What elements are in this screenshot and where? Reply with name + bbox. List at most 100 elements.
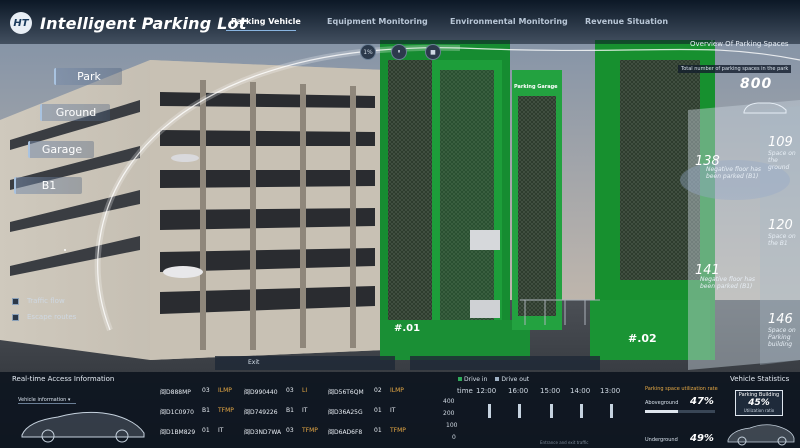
y-tick: 200: [443, 410, 455, 417]
code: LI: [302, 387, 308, 394]
dot-icon: [458, 377, 462, 381]
plate: 闽D1C0970: [160, 409, 194, 416]
count-label: Space on the B1: [768, 233, 796, 248]
plate: 闽D36A25G: [328, 409, 363, 416]
checkbox-icon[interactable]: [12, 313, 19, 321]
count-label: Space on Parking building: [768, 327, 796, 349]
side-menu-ground[interactable]: Ground: [40, 104, 110, 121]
parking-building-card: Parking Building 45% Utilization ratio: [735, 390, 783, 416]
traffic-bar: [580, 404, 583, 418]
car-render: [726, 420, 796, 446]
ground-sign-exit: Exit: [248, 359, 260, 366]
stats-title: Vehicle Statistics: [730, 375, 790, 383]
view-button-2[interactable]: ⏸: [391, 44, 407, 60]
pause-icon: ⏸: [397, 48, 401, 55]
level: 03: [202, 387, 210, 394]
tab-equipment-monitoring[interactable]: Equipment Monitoring: [327, 17, 428, 26]
code: IT: [390, 407, 396, 414]
legend-label: Drive out: [501, 376, 530, 383]
plate: 闽D1BM829: [160, 429, 196, 436]
level: 03: [286, 387, 294, 394]
overview-title: Overview Of Parking Spaces: [690, 40, 789, 48]
plate: 闽D990440: [244, 389, 278, 396]
card-sub: Utilization ratio: [743, 408, 775, 413]
view-button-3[interactable]: ■: [425, 44, 441, 60]
code: ILMP: [218, 387, 232, 394]
x-tick: 15:00: [540, 387, 561, 395]
view-button-1[interactable]: 1%: [360, 44, 376, 60]
app-logo: HT: [10, 12, 32, 34]
x-axis-label: time: [457, 387, 473, 395]
level: 01: [202, 427, 210, 434]
active-tab-indicator: [226, 30, 296, 31]
app-title: Intelligent Parking Lot: [40, 14, 247, 33]
count-label: Space on the ground: [768, 150, 796, 172]
stop-icon: ■: [430, 48, 436, 56]
above-value: 47%: [690, 396, 714, 407]
count-value: 146: [768, 312, 793, 327]
utilization-title: Parking space utilization rate: [645, 386, 718, 392]
level: B1: [202, 407, 210, 414]
traffic-bar: [518, 404, 521, 418]
dot-icon: [495, 377, 500, 381]
level: 01: [374, 407, 382, 414]
access-row: 闽D1BM829 01 IT 闽D3ND7WA 03 TFMP 闽D6AD6F8 01 TF…: [160, 427, 414, 436]
vehicle-info-select[interactable]: Vehicle information ▾: [18, 397, 76, 404]
code: IT: [218, 427, 224, 434]
card-value: 45%: [748, 398, 770, 408]
access-title: Real-time Access Information: [12, 375, 115, 383]
plate: 闽D888MP: [160, 389, 191, 396]
side-menu-park[interactable]: Park: [54, 68, 122, 85]
tab-parking-vehicle[interactable]: Parking Vehicle: [231, 17, 301, 26]
tab-environmental-monitoring[interactable]: Environmental Monitoring: [450, 17, 568, 26]
above-label: Aboveground: [645, 400, 679, 406]
ground-spaces: 109 Space on the ground: [768, 135, 800, 172]
access-row: 闽D1C0970 B1 TFMP 闽D749226 B1 IT 闽D36A25G 01 IT: [160, 407, 414, 416]
plate: 闽D6AD6F8: [328, 429, 363, 436]
x-tick: 12:00: [476, 387, 497, 395]
count-label: Negative floor has been parked (B1): [700, 276, 756, 291]
code: TFMP: [218, 407, 234, 414]
building-spaces: 146 Space on Parking building: [768, 312, 800, 349]
access-row: 闽D888MP 03 ILMP 闽D990440 03 LI 闽D56T6QM 02 ILM…: [160, 387, 414, 396]
neg-floor-label-1: Negative floor has been parked (B1): [706, 166, 764, 180]
tower2-label: #.02: [628, 332, 657, 345]
side-menu-garage[interactable]: Garage: [28, 141, 94, 158]
chevron-down-icon: ▾: [67, 397, 71, 403]
green-tower-middle: Parking Garage: [512, 70, 562, 330]
side-menu-b1[interactable]: B1: [14, 177, 82, 194]
code: ILMP: [390, 387, 404, 394]
level: 03: [286, 427, 294, 434]
b1-spaces: 120 Space on the B1: [768, 218, 800, 247]
x-tick: 14:00: [570, 387, 591, 395]
layer-label: Escape routes: [27, 313, 77, 321]
checkbox-icon[interactable]: [12, 297, 19, 305]
tab-revenue-situation[interactable]: Revenue Situation: [585, 17, 668, 26]
level: 01: [374, 427, 382, 434]
tower-sign: Parking Garage: [514, 84, 558, 90]
level: B1: [286, 407, 294, 414]
sports-car-image: [18, 405, 148, 443]
car-icon: [742, 98, 788, 116]
plate: 闽D749226: [244, 409, 278, 416]
plate: 闽D3ND7WA: [244, 429, 282, 436]
traffic-legend: Drive in Drive out: [458, 376, 529, 383]
traffic-bar: [550, 404, 553, 418]
code: TFMP: [390, 427, 406, 434]
vehicle-info-label: Vehicle information: [18, 397, 67, 403]
legend-drive-in: Drive in: [458, 376, 487, 383]
legend-label: Drive in: [464, 376, 488, 383]
tower1-label: #.01: [394, 323, 420, 334]
legend-drive-out: Drive out: [495, 376, 529, 383]
neg-floor-label-2: Negative floor has been parked (B1): [700, 276, 756, 290]
count-value: 120: [768, 218, 793, 233]
traffic-bar: [488, 404, 491, 418]
green-tower-1: #.01: [380, 40, 530, 360]
y-tick: 0: [452, 434, 456, 441]
plate: 闽D56T6QM: [328, 389, 364, 396]
under-value: 49%: [690, 433, 714, 444]
layer-escape-routes[interactable]: Escape routes: [12, 313, 76, 321]
layer-traffic-flow[interactable]: Traffic flow: [12, 297, 65, 305]
above-progress: [645, 410, 715, 413]
under-label: Underground: [645, 437, 678, 443]
